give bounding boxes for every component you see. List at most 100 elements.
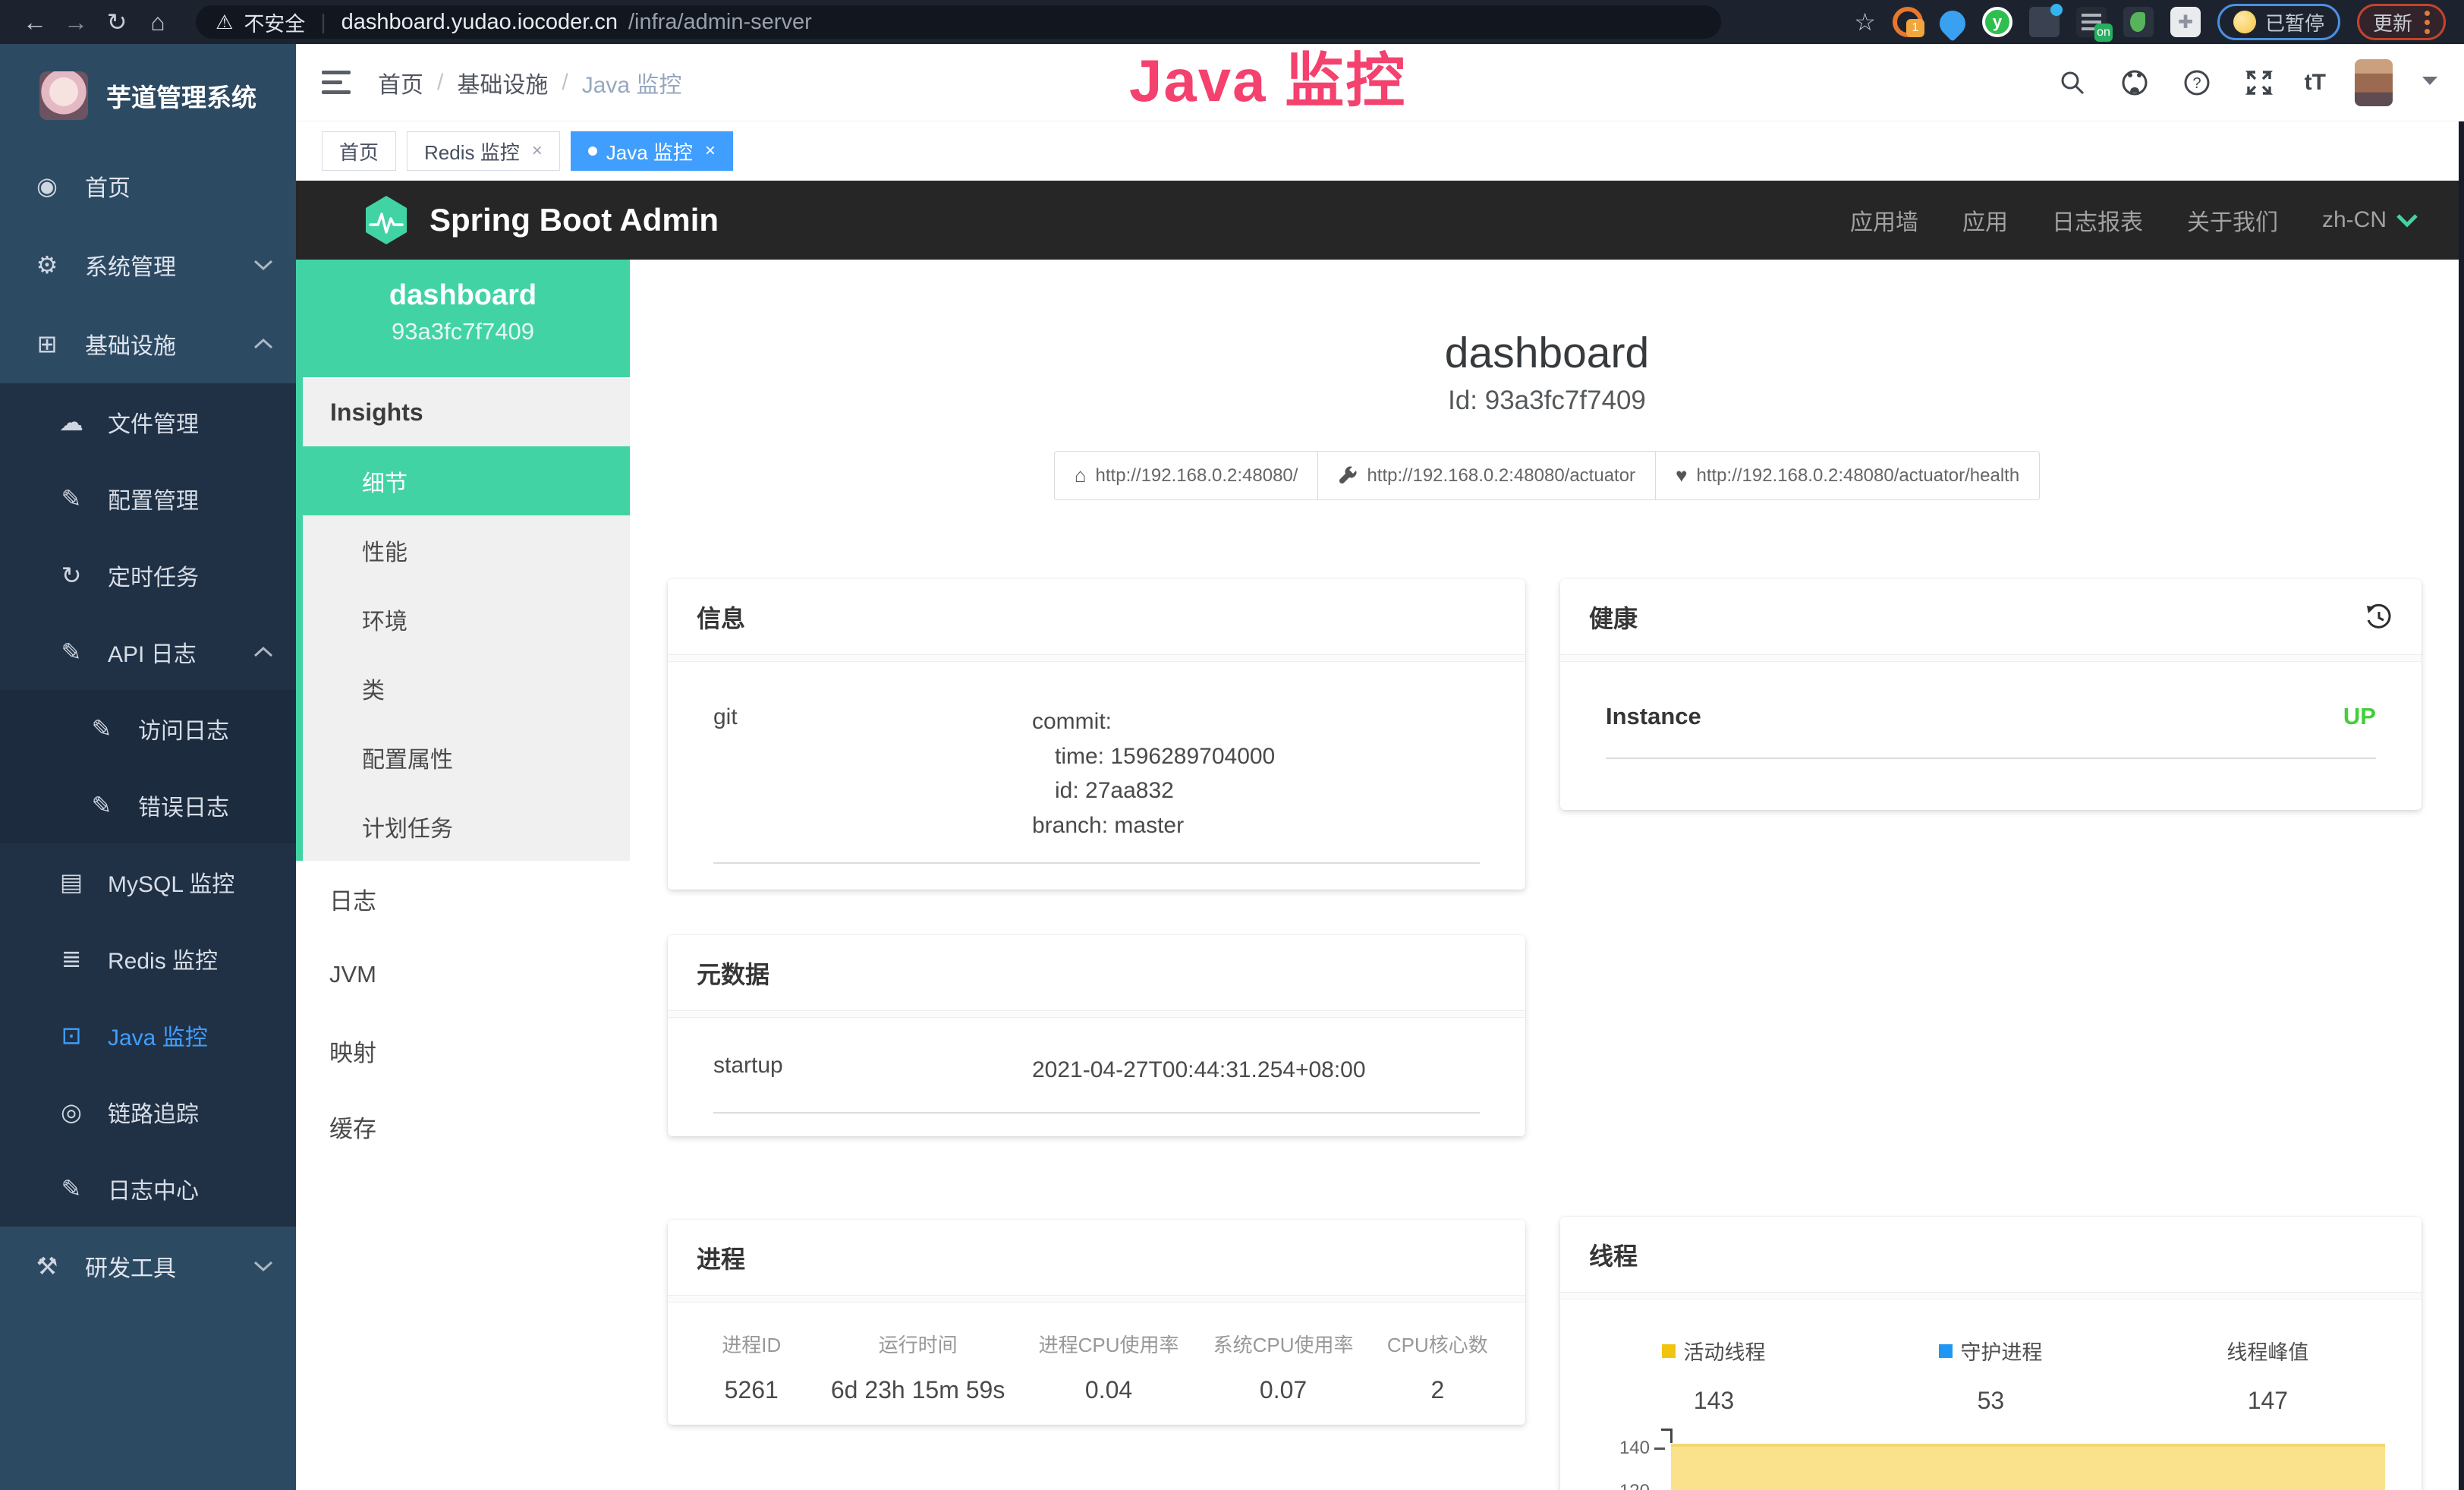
history-icon: ↻	[55, 561, 88, 590]
update-label: 更新	[2373, 8, 2412, 36]
sidebar-item-log-center[interactable]: ✎ 日志中心	[0, 1150, 296, 1227]
sba-item-environment[interactable]: 环境	[303, 584, 630, 654]
health-url-button[interactable]: ♥ http://192.168.0.2:48080/actuator/heal…	[1655, 451, 2040, 500]
sidebar-item-dev-tools[interactable]: ⚒ 研发工具	[0, 1227, 296, 1306]
chevron-down-icon	[253, 259, 273, 271]
threads-card: 线程 活动线程 守护进程	[1560, 1217, 2422, 1490]
fullscreen-icon[interactable]	[2242, 66, 2276, 99]
info-value: commit: time: 1596289704000 id: 27aa832 …	[1032, 704, 1275, 843]
threads-values: 143 53 147	[1560, 1387, 2422, 1415]
admin-sidebar: 芋道管理系统 ◉ 首页 ⚙ 系统管理 ⊞ 基础设施 ☁ 文件管理	[0, 44, 296, 1490]
tab-redis-monitor[interactable]: Redis 监控 ×	[407, 131, 560, 171]
sba-brand[interactable]: Spring Boot Admin	[363, 194, 719, 246]
instance-links: ⌂ http://192.168.0.2:48080/ http://192.1…	[630, 451, 2464, 500]
paused-profile-pill[interactable]: 已暂停	[2217, 4, 2340, 40]
hamburger-icon[interactable]	[322, 71, 351, 94]
sba-item-classes[interactable]: 类	[303, 654, 630, 723]
sidebar-item-home[interactable]: ◉ 首页	[0, 146, 296, 225]
eye-icon: ◎	[55, 1098, 88, 1126]
chevron-down-icon	[253, 1260, 273, 1272]
sidebar-item-files[interactable]: ☁ 文件管理	[0, 383, 296, 460]
sba-nav-journal[interactable]: 日志报表	[2052, 203, 2143, 237]
sidebar-item-infra[interactable]: ⊞ 基础设施	[0, 304, 296, 383]
page-title: dashboard	[630, 328, 2464, 378]
page-scrollbar[interactable]	[2459, 121, 2464, 1490]
extension-y-icon[interactable]: y	[1982, 7, 2012, 37]
locale-select[interactable]: zh-CN	[2322, 207, 2418, 233]
close-icon[interactable]: ×	[705, 140, 716, 162]
tab-home[interactable]: 首页	[322, 131, 396, 171]
breadcrumb-current: Java 监控	[582, 66, 682, 99]
health-card-title: 健康	[1589, 600, 1638, 635]
sidebar-item-error-log[interactable]: ✎ 错误日志	[0, 767, 296, 843]
extension-grid-icon[interactable]	[2029, 7, 2060, 37]
infra-submenu: ☁ 文件管理 ✎ 配置管理 ↻ 定时任务 ✎ API 日志 ✎ 访问日志	[0, 383, 296, 1227]
process-cpu-value: 0.04	[1024, 1376, 1194, 1404]
chevron-down-icon	[2396, 213, 2418, 228]
sidebar-item-api-log[interactable]: ✎ API 日志	[0, 613, 296, 690]
extension-badge: 1	[1906, 19, 1924, 37]
search-icon[interactable]	[2056, 66, 2089, 99]
user-caret-icon[interactable]	[2422, 75, 2438, 90]
cloud-icon: ☁	[55, 408, 88, 436]
sba-instance-header[interactable]: dashboard 93a3fc7f7409	[296, 260, 630, 377]
sba-nav-applications[interactable]: 应用	[1962, 203, 2008, 237]
sba-item-config-props[interactable]: 配置属性	[303, 723, 630, 792]
screenshot-root: ← → ↻ ⌂ ⚠ 不安全 | dashboard.yudao.iocoder.…	[0, 0, 2464, 1490]
reload-icon[interactable]: ↻	[100, 5, 134, 39]
sidebar-item-java-monitor[interactable]: ⊡ Java 监控	[0, 997, 296, 1073]
sidebar-item-access-log[interactable]: ✎ 访问日志	[0, 690, 296, 767]
breadcrumb-infra[interactable]: 基础设施	[457, 66, 548, 99]
extension-colorzilla-icon[interactable]: 1	[1893, 7, 1923, 37]
sidebar-item-system[interactable]: ⚙ 系统管理	[0, 225, 296, 304]
actuator-url-button[interactable]: http://192.168.0.2:48080/actuator	[1317, 451, 1656, 500]
sba-item-details[interactable]: 细节	[303, 446, 630, 515]
close-icon[interactable]: ×	[532, 140, 543, 162]
y-axis: 140 120 100	[1609, 1438, 1671, 1490]
user-avatar[interactable]	[2355, 59, 2393, 106]
sidebar-item-config[interactable]: ✎ 配置管理	[0, 460, 296, 537]
process-card: 进程 进程ID 运行时间 进程CPU使用率 系统CPU使用率 CPU核心数	[668, 1220, 1525, 1425]
info-key: git	[713, 704, 1032, 843]
legend-live-threads[interactable]: 活动线程	[1575, 1336, 1852, 1366]
metadata-value: 2021-04-27T00:44:31.254+08:00	[1032, 1053, 1366, 1088]
dashboard-icon: ◉	[30, 172, 64, 200]
sidebar-item-redis-monitor[interactable]: ≣ Redis 监控	[0, 920, 296, 997]
address-bar[interactable]: ⚠ 不安全 | dashboard.yudao.iocoder.cn/infra…	[196, 5, 1721, 39]
forward-icon[interactable]: →	[59, 5, 93, 39]
extensions-puzzle-icon[interactable]: ✚	[2170, 7, 2201, 37]
back-icon[interactable]: ←	[18, 5, 52, 39]
legend-daemon-threads[interactable]: 守护进程	[1852, 1336, 2129, 1366]
browser-menu-icon[interactable]	[2425, 11, 2430, 34]
legend-swatch-yellow	[1662, 1344, 1676, 1358]
sidebar-item-mysql-monitor[interactable]: ▤ MySQL 监控	[0, 843, 296, 920]
breadcrumb-home[interactable]: 首页	[378, 66, 423, 99]
url-host: dashboard.yudao.iocoder.cn	[341, 10, 618, 35]
sba-item-jvm[interactable]: JVM	[296, 937, 630, 1013]
sba-item-logs[interactable]: 日志	[296, 861, 630, 937]
security-label[interactable]: 不安全	[244, 8, 305, 37]
history-icon[interactable]	[2365, 603, 2393, 631]
sba-nav-wallboard[interactable]: 应用墙	[1850, 203, 1918, 237]
gear-icon: ⚙	[30, 250, 64, 279]
sba-item-mappings[interactable]: 映射	[296, 1013, 630, 1088]
extension-pin-icon[interactable]	[1934, 5, 1971, 41]
sba-item-scheduled-tasks[interactable]: 计划任务	[303, 792, 630, 861]
app-logo-row[interactable]: 芋道管理系统	[0, 44, 296, 146]
extension-switch-icon[interactable]: on	[2076, 7, 2107, 37]
sba-item-caches[interactable]: 缓存	[296, 1088, 630, 1164]
extension-leaf-icon[interactable]	[2123, 7, 2154, 37]
help-icon[interactable]: ?	[2180, 66, 2214, 99]
sidebar-item-tracing[interactable]: ◎ 链路追踪	[0, 1073, 296, 1150]
instance-name: dashboard	[296, 279, 630, 312]
home-icon[interactable]: ⌂	[141, 5, 175, 39]
sba-nav-about[interactable]: 关于我们	[2187, 203, 2278, 237]
sba-item-metrics[interactable]: 性能	[303, 515, 630, 584]
sidebar-item-scheduler[interactable]: ↻ 定时任务	[0, 537, 296, 613]
github-icon[interactable]	[2118, 66, 2151, 99]
service-url-button[interactable]: ⌂ http://192.168.0.2:48080/	[1054, 451, 1319, 500]
text-size-icon[interactable]: tT	[2305, 70, 2326, 96]
tab-java-monitor[interactable]: Java 监控 ×	[571, 131, 733, 171]
bookmark-star-icon[interactable]: ☆	[1854, 8, 1876, 36]
browser-update-button[interactable]: 更新	[2357, 4, 2446, 40]
